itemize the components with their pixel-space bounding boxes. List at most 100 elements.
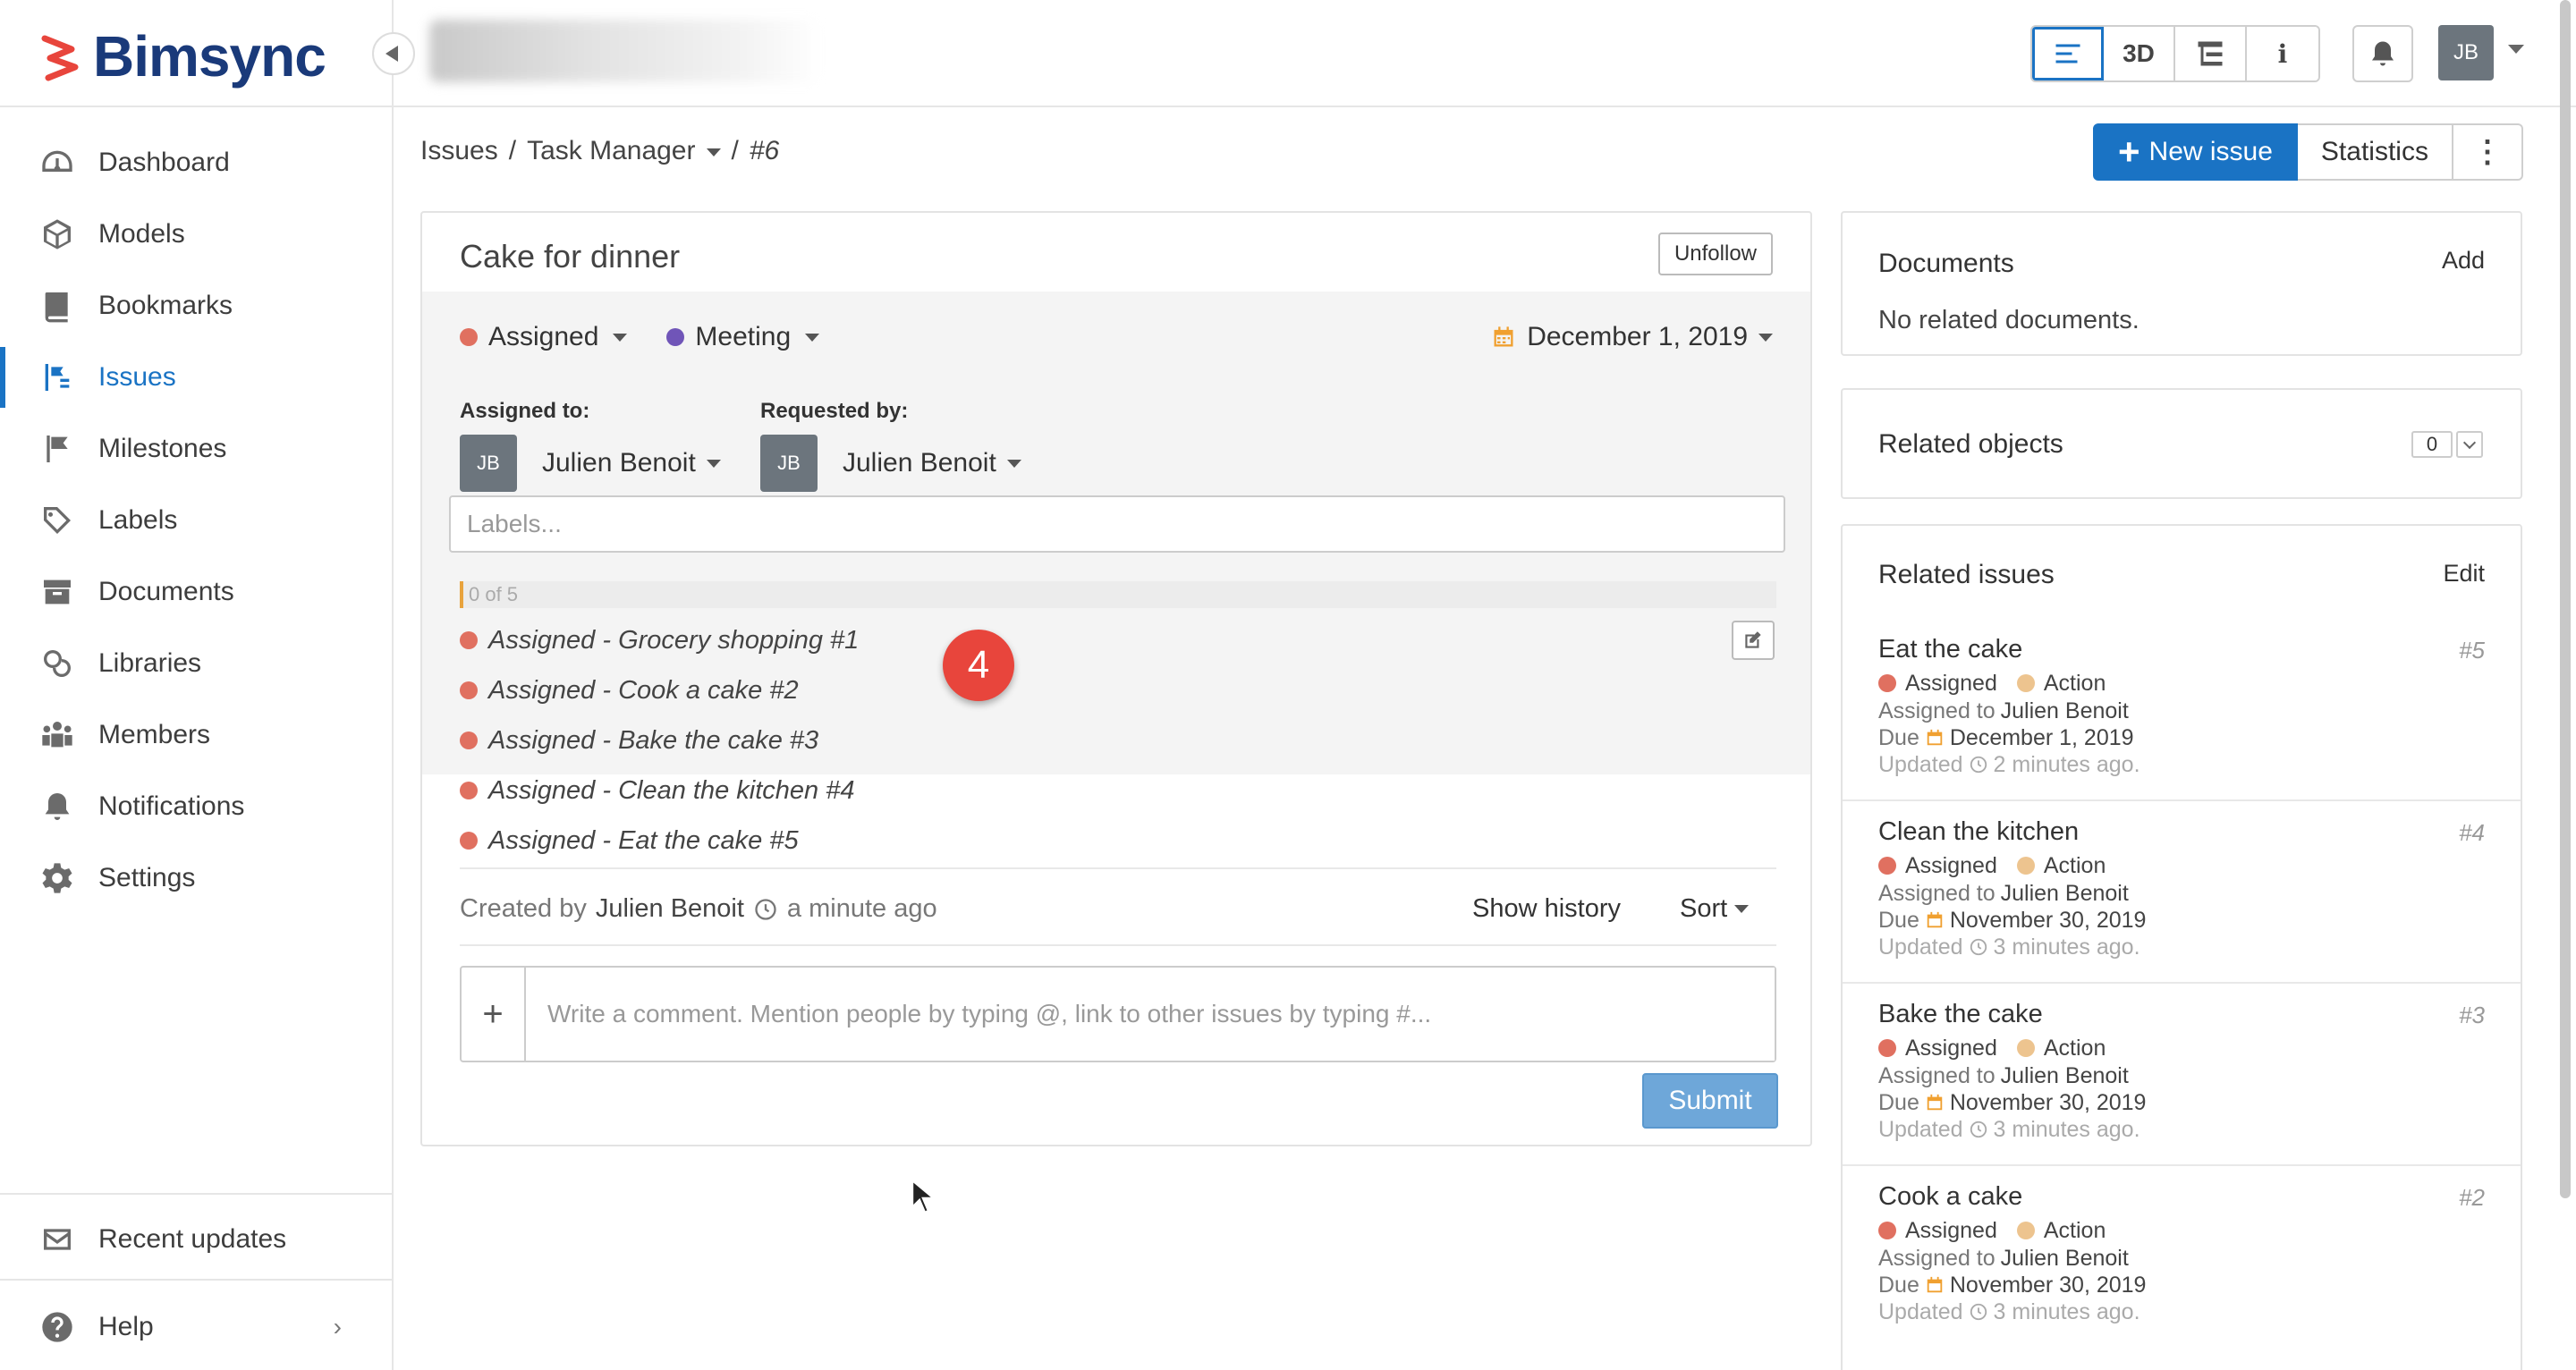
archive-icon [44, 579, 71, 605]
sidebar-item-help[interactable]: Help › [0, 1291, 392, 1363]
avatar: JB [460, 435, 517, 492]
bimsync-logo-icon [41, 35, 79, 81]
info-view-button[interactable]: i [2247, 27, 2318, 80]
collapse-sidebar-button[interactable] [372, 32, 415, 75]
new-issue-button[interactable]: + New issue [2093, 123, 2298, 181]
related-issue-updated: Updated 3 minutes ago. [1878, 934, 2485, 960]
sidebar: Bimsync Dashboard Models Bookmarks Issue… [0, 0, 394, 1370]
calendar-icon [1927, 1094, 1943, 1111]
subtask-item[interactable]: Assigned - Bake the cake #3 [460, 715, 1776, 765]
comment-input[interactable] [526, 968, 1775, 1061]
caret-down-icon [706, 459, 721, 468]
project-title-blurred[interactable] [429, 20, 823, 82]
updated-time: 3 minutes ago. [1993, 934, 2140, 960]
breadcrumb-separator: / [508, 136, 517, 165]
type-dot [2016, 857, 2035, 875]
due-date: November 30, 2019 [1949, 1272, 2147, 1298]
unfollow-button[interactable]: Unfollow [1657, 233, 1773, 275]
breadcrumb-current: #6 [749, 136, 780, 165]
sidebar-item-labels[interactable]: Labels [0, 485, 392, 556]
status-dot [460, 681, 478, 699]
edit-related-issues-button[interactable]: Edit [2443, 560, 2485, 588]
related-issue-item[interactable]: Eat the cake #5 Assigned Action Assigned… [1843, 619, 2521, 801]
related-issue-due: Due December 1, 2019 [1878, 724, 2485, 751]
bimsync-logo[interactable]: Bimsync [39, 24, 326, 89]
sidebar-item-label: Dashboard [98, 148, 230, 177]
subtask-item[interactable]: Assigned - Grocery shopping #1 [460, 615, 1776, 665]
user-avatar[interactable]: JB [2438, 25, 2494, 80]
related-issue-title[interactable]: Cook a cake [1878, 1180, 2485, 1213]
status-dot [1878, 1039, 1896, 1057]
sidebar-item-recent-updates[interactable]: Recent updates [0, 1204, 392, 1275]
status-dot [1878, 857, 1896, 875]
type-dropdown[interactable]: Meeting [666, 322, 820, 352]
assignee-dropdown[interactable]: JB Julien Benoit [460, 435, 721, 492]
notifications-button[interactable] [2352, 25, 2413, 82]
attach-button[interactable]: + [462, 968, 526, 1061]
related-issue-item[interactable]: Clean the kitchen #4 Assigned Action Ass… [1843, 801, 2521, 984]
created-author[interactable]: Julien Benoit [596, 894, 744, 924]
labels-input[interactable] [449, 495, 1785, 553]
related-issue-title[interactable]: Bake the cake [1878, 998, 2485, 1030]
related-issue-title[interactable]: Eat the cake [1878, 633, 2485, 665]
related-issue-item[interactable]: Cook a cake #2 Assigned Action Assigned … [1843, 1166, 2521, 1349]
expand-related-objects-button[interactable] [2456, 431, 2483, 458]
related-issue-due: Due November 30, 2019 [1878, 907, 2485, 934]
list-view-button[interactable] [2032, 27, 2104, 80]
status-row: Assigned Meeting [460, 322, 859, 352]
chevron-down-icon[interactable] [2508, 45, 2524, 54]
breadcrumb-issues-link[interactable]: Issues [420, 136, 498, 166]
page-scrollbar[interactable] [2560, 0, 2571, 1198]
sidebar-item-issues[interactable]: Issues [0, 342, 392, 413]
related-issue-title[interactable]: Clean the kitchen [1878, 816, 2485, 848]
subtask-item[interactable]: Assigned - Eat the cake #5 [460, 816, 1776, 866]
sidebar-item-bookmarks[interactable]: Bookmarks [0, 270, 392, 342]
type-tag: Action [2016, 671, 2106, 697]
sidebar-item-settings[interactable]: Settings [0, 842, 392, 914]
status-dropdown[interactable]: Assigned [460, 322, 628, 352]
due-date-label: December 1, 2019 [1527, 322, 1748, 351]
status-dot [460, 631, 478, 649]
documents-empty-text: No related documents. [1878, 306, 2140, 334]
assignee-name: Julien Benoit [2000, 1245, 2129, 1271]
sidebar-item-notifications[interactable]: Notifications [0, 771, 392, 842]
sidebar-item-documents[interactable]: Documents [0, 556, 392, 628]
3d-view-button[interactable]: 3D [2104, 27, 2175, 80]
sidebar-item-members[interactable]: Members [0, 699, 392, 771]
subtask-label: Assigned - Clean the kitchen #4 [488, 775, 855, 805]
related-issue-tags: Assigned Action [1878, 669, 2485, 698]
due-date-dropdown[interactable]: December 1, 2019 [1491, 322, 1773, 352]
sidebar-item-label: Libraries [98, 648, 202, 678]
type-label: Action [2043, 852, 2106, 878]
tree-view-button[interactable] [2175, 27, 2247, 80]
subtask-label: Assigned - Grocery shopping #1 [488, 625, 860, 655]
subtask-item[interactable]: Assigned - Cook a cake #2 [460, 665, 1776, 715]
breadcrumb-board-dropdown[interactable]: Task Manager [527, 136, 721, 166]
topbar: 3D i JB [394, 0, 2576, 107]
sidebar-item-models[interactable]: Models [0, 199, 392, 270]
statistics-button[interactable]: Statistics [2297, 123, 2453, 181]
sidebar-item-dashboard[interactable]: Dashboard [0, 127, 392, 199]
type-dot [2016, 674, 2035, 692]
status-label: Assigned [1905, 1035, 1997, 1061]
show-history-button[interactable]: Show history [1472, 894, 1621, 924]
assigned-to-label: Assigned to: [460, 399, 590, 423]
sort-dropdown[interactable]: Sort [1680, 894, 1750, 924]
due-date: December 1, 2019 [1949, 724, 2134, 750]
due-date: November 30, 2019 [1949, 907, 2147, 933]
add-document-button[interactable]: Add [2442, 247, 2485, 275]
breadcrumb-separator: / [731, 136, 739, 165]
related-objects-panel: Related objects 0 [1841, 388, 2522, 499]
sidebar-item-milestones[interactable]: Milestones [0, 413, 392, 485]
more-options-button[interactable]: ⋮ [2453, 123, 2523, 181]
issue-title[interactable]: Cake for dinner [460, 238, 680, 275]
subtask-item[interactable]: Assigned - Clean the kitchen #4 [460, 765, 1776, 816]
related-issue-due: Due November 30, 2019 [1878, 1089, 2485, 1116]
status-label: Assigned [1905, 1217, 1997, 1243]
related-issue-number: #5 [2459, 637, 2485, 664]
submit-button[interactable]: Submit [1642, 1073, 1778, 1129]
related-issue-item[interactable]: Bake the cake #3 Assigned Action Assigne… [1843, 984, 2521, 1166]
gear-icon [42, 863, 72, 893]
requester-dropdown[interactable]: JB Julien Benoit [760, 435, 1021, 492]
sidebar-item-libraries[interactable]: Libraries [0, 628, 392, 699]
